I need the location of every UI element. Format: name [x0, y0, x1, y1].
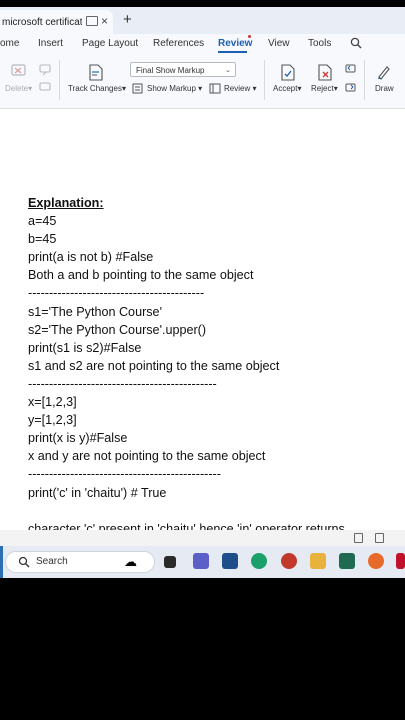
document-line: s1='The Python Course': [28, 304, 162, 319]
chevron-down-icon: ▾: [252, 84, 257, 93]
firefox-icon[interactable]: [368, 553, 384, 569]
notification-dot: [248, 35, 251, 38]
chevron-down-icon: ▾: [333, 84, 338, 93]
document-tab[interactable]: microsoft certification ×: [0, 10, 113, 34]
reject-label: Reject: [311, 84, 334, 93]
markup-view-value: Final Show Markup: [136, 66, 205, 75]
search-icon[interactable]: [350, 37, 362, 49]
show-markup-icon: [132, 83, 143, 94]
document-line: print(s1 is s2)#False: [28, 340, 142, 355]
weather-icon: ☁: [124, 554, 137, 569]
tab-insert[interactable]: Insert: [38, 38, 63, 49]
ribbon-divider: [364, 60, 365, 100]
document-line: s2='The Python Course'.upper(): [28, 322, 207, 337]
ribbon-divider: [59, 60, 60, 100]
track-changes-icon: [89, 64, 103, 81]
previous-comment-icon: [39, 64, 51, 76]
document-page[interactable]: Explanation: a=45 b=45 print(a is not b) #F…: [0, 109, 405, 537]
review-pane-button[interactable]: Review ▾: [224, 84, 256, 93]
document-tab-title: microsoft certification: [2, 16, 82, 28]
ribbon-toolbar: Delete▾ Track Changes▾ Final Show Markup…: [0, 54, 405, 108]
document-line: [28, 502, 345, 520]
title-tab-bar: microsoft certification × +: [0, 7, 405, 34]
document-line: a=45: [28, 214, 57, 229]
dell-icon[interactable]: [222, 553, 238, 569]
document-line: print(a is not b) #False: [28, 250, 154, 265]
screen: microsoft certification × + ome Insert P…: [0, 0, 405, 720]
search-label: Search: [36, 556, 68, 567]
tab-review[interactable]: Review: [218, 38, 252, 49]
document-line: y=[1,2,3]: [28, 413, 77, 428]
taskbar-search[interactable]: Search ☁: [5, 551, 155, 573]
review-pane-label: Review: [224, 84, 251, 93]
new-tab-button[interactable]: +: [123, 12, 132, 28]
chevron-down-icon: ▾: [297, 84, 302, 93]
close-tab-icon[interactable]: ×: [101, 14, 108, 28]
accept-icon: [281, 64, 295, 81]
chevron-down-icon: ▾: [28, 84, 33, 93]
ribbon-tabs: ome Insert Page Layout References Review…: [0, 34, 405, 54]
document-line: ----------------------------------------…: [28, 467, 221, 482]
tab-home[interactable]: ome: [0, 38, 19, 49]
screen-icon: [86, 16, 98, 26]
document-line: print('c' in 'chaitu') # True: [28, 485, 167, 500]
markup-view-select[interactable]: Final Show Markup ⌄: [130, 62, 236, 77]
document-text: Explanation: a=45 b=45 print(a is not b) #F…: [28, 194, 345, 537]
show-markup-label: Show Markup: [147, 84, 196, 93]
reject-button[interactable]: Reject▾: [311, 84, 338, 93]
track-changes-label: Track Changes: [68, 84, 122, 93]
delete-button: Delete▾: [5, 84, 32, 93]
tab-page-layout[interactable]: Page Layout: [82, 38, 138, 49]
teams-icon[interactable]: [193, 553, 209, 569]
document-line: Both a and b pointing to the same object: [28, 268, 254, 283]
review-pane-icon: [209, 83, 221, 94]
next-change-icon[interactable]: [345, 83, 357, 94]
previous-change-icon[interactable]: [345, 64, 357, 75]
document-line: x=[1,2,3]: [28, 395, 77, 410]
explanation-heading: Explanation:: [28, 196, 104, 210]
show-markup-button[interactable]: Show Markup ▾: [147, 84, 202, 93]
pen-icon: [378, 66, 390, 80]
reading-view-icon[interactable]: [375, 533, 384, 543]
chevron-down-icon: ▾: [121, 84, 126, 93]
store-icon[interactable]: [339, 553, 355, 569]
next-comment-icon: [39, 82, 51, 91]
chevron-down-icon: ▾: [198, 84, 203, 93]
tab-references[interactable]: References: [153, 38, 204, 49]
document-line: ----------------------------------------…: [28, 286, 205, 301]
active-tab-indicator: [218, 51, 247, 53]
chrome-icon[interactable]: [281, 553, 297, 569]
page-view-icon[interactable]: [354, 533, 363, 543]
search-icon: [18, 556, 30, 568]
file-explorer-icon[interactable]: [310, 553, 326, 569]
task-view-icon[interactable]: [164, 556, 176, 568]
document-line: s1 and s2 are not pointing to the same o…: [28, 358, 280, 373]
taskbar-edge: [0, 546, 3, 578]
ribbon-divider: [264, 60, 265, 100]
reject-icon: [318, 64, 332, 81]
document-line: x and y are not pointing to the same obj…: [28, 449, 266, 464]
draw-button[interactable]: Draw: [375, 84, 394, 93]
app-icon[interactable]: [396, 553, 405, 569]
delete-comment-icon: [11, 64, 26, 76]
tab-view[interactable]: View: [268, 38, 290, 49]
edge-icon[interactable]: [251, 553, 267, 569]
track-changes-button[interactable]: Track Changes▾: [68, 84, 126, 93]
document-line: b=45: [28, 232, 57, 247]
black-background: [0, 578, 405, 720]
accept-label: Accept: [273, 84, 298, 93]
document-line: print(x is y)#False: [28, 431, 128, 446]
chevron-down-icon: ⌄: [225, 67, 231, 74]
windows-taskbar: Search ☁: [0, 546, 405, 578]
document-line: ----------------------------------------…: [28, 376, 217, 391]
accept-button[interactable]: Accept▾: [273, 84, 301, 93]
tab-tools[interactable]: Tools: [308, 38, 331, 49]
delete-label: Delete: [5, 84, 29, 93]
document-status-strip: [0, 530, 405, 546]
